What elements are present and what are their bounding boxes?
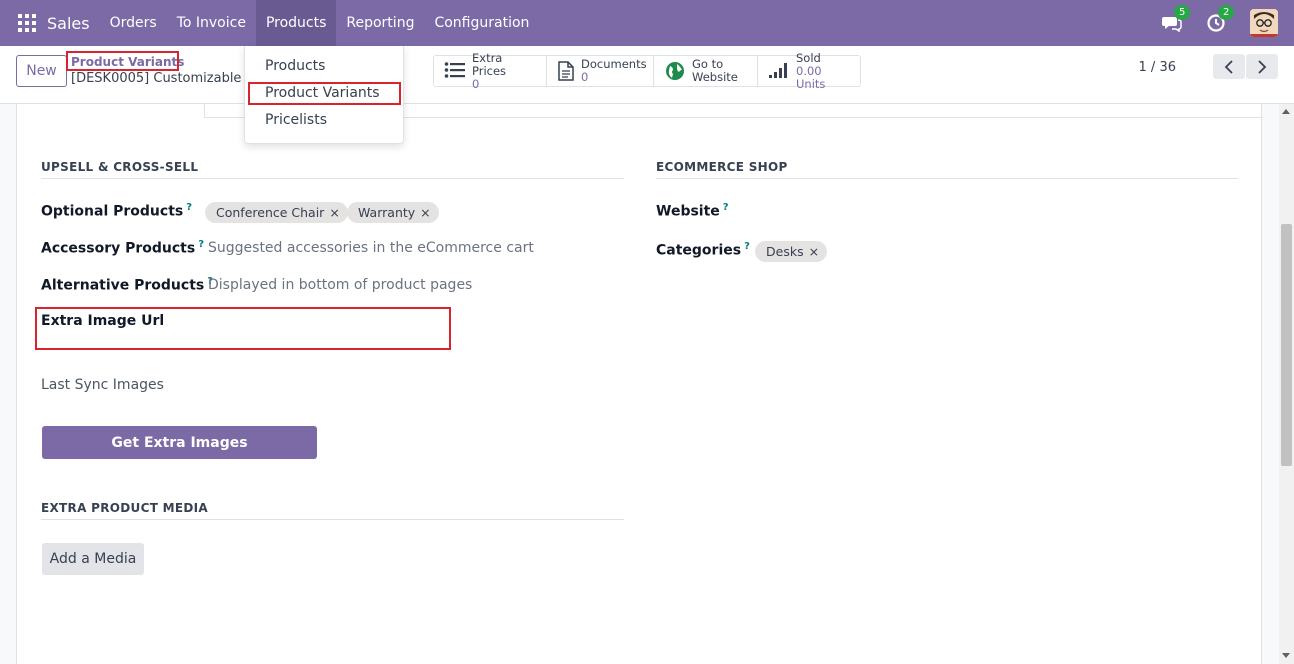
website-field-label: Website? [656,202,729,220]
chevron-left-icon [1224,59,1233,74]
messages-badge: 5 [1174,5,1191,20]
tab-active[interactable] [17,104,205,118]
tag-remove-icon[interactable]: × [809,244,819,259]
help-icon[interactable]: ? [723,202,729,213]
documents-label: Documents [581,57,647,71]
scroll-up-icon[interactable] [1282,109,1290,114]
document-icon [557,61,575,81]
breadcrumb-parent[interactable]: Product Variants [71,55,184,69]
activities-button[interactable]: 2 [1206,5,1235,33]
get-extra-images-button[interactable]: Get Extra Images [42,426,317,459]
alternative-products-label: Alternative Products? [41,276,214,294]
extra-media-separator [41,519,624,520]
sold-label: Sold [796,50,821,65]
extra-media-section-title: EXTRA PRODUCT MEDIA [41,501,209,515]
accessory-products-input[interactable]: Suggested accessories in the eCommerce c… [208,240,534,256]
dropdown-item-product-variants[interactable]: Product Variants [265,85,380,101]
activities-badge: 2 [1218,5,1235,20]
upsell-section-title: UPSELL & CROSS-SELL [41,160,199,174]
documents-value: 0 [581,70,589,84]
extra-prices-value: 0 [472,76,480,91]
accessory-products-label: Accessory Products? [41,239,205,257]
tag-warranty: Warranty × [347,202,439,223]
dropdown-item-pricelists[interactable]: Pricelists [265,112,327,128]
website-label: Website [692,70,738,84]
help-icon[interactable]: ? [186,202,192,213]
page-scrollbar[interactable] [1279,104,1294,664]
documents-button[interactable]: Documents 0 [547,56,654,86]
pager-next-button[interactable] [1246,54,1278,79]
alternative-products-input[interactable]: Displayed in bottom of product pages [208,277,472,293]
help-icon[interactable]: ? [744,241,750,252]
scroll-down-icon[interactable] [1282,653,1290,658]
sold-button[interactable]: Sold 0.00 Units [758,51,860,90]
scroll-thumb[interactable] [1281,224,1292,466]
categories-label: Categories? [656,241,750,259]
help-icon[interactable]: ? [198,239,204,250]
menu-orders[interactable]: Orders [100,0,167,46]
chevron-right-icon [1258,59,1267,74]
globe-icon [664,61,686,81]
avatar-face-icon [1250,9,1278,37]
form-sheet: UPSELL & CROSS-SELL Optional Products? C… [16,104,1263,664]
sold-value: 0.00 Units [796,63,826,91]
dropdown-item-products[interactable]: Products [265,58,325,74]
tag-remove-icon[interactable]: × [420,205,430,220]
ecommerce-separator [656,178,1238,179]
control-panel: New Product Variants [DESK0005] Customiz… [0,46,1294,104]
extra-prices-button[interactable]: Extra Prices 0 [434,51,547,90]
last-sync-images-label: Last Sync Images [41,377,164,393]
extra-prices-label: Extra Prices [472,50,507,78]
breadcrumb-current: [DESK0005] Customizable Desk [71,71,251,86]
new-button[interactable]: New [16,55,67,87]
go-to-website-button[interactable]: Go to Website [654,56,758,86]
extra-image-url-label: Extra Image Url [41,313,165,329]
pager-previous-button[interactable] [1213,54,1245,79]
tag-conference-chair: Conference Chair × [205,202,348,223]
products-dropdown-menu: Products Product Variants Pricelists [244,46,404,144]
messages-button[interactable]: 5 [1162,5,1191,33]
menu-reporting[interactable]: Reporting [336,0,424,46]
pager-counter[interactable]: 1 / 36 [1139,60,1176,75]
app-name[interactable]: Sales [47,14,90,33]
tag-remove-icon[interactable]: × [329,205,339,220]
menu-to-invoice[interactable]: To Invoice [167,0,256,46]
menu-products[interactable]: Products [255,0,337,46]
go-to-label: Go to [692,57,724,71]
top-navbar: Sales Orders To Invoice Products Reporti… [0,0,1294,46]
smart-buttons: Extra Prices0 Documents0 Go toWebsite [433,51,861,90]
ecommerce-section-title: ECOMMERCE SHOP [656,160,788,174]
user-avatar[interactable] [1250,9,1278,37]
app-grid-icon[interactable] [18,14,36,32]
notebook-tabs [17,104,1263,118]
add-media-button[interactable]: Add a Media [42,543,144,575]
optional-products-label: Optional Products? [41,202,193,220]
tag-desks: Desks × [755,241,828,262]
menu-configuration[interactable]: Configuration [424,0,539,46]
upsell-separator [41,178,624,179]
list-icon [444,61,466,81]
signal-bars-icon [768,61,790,81]
